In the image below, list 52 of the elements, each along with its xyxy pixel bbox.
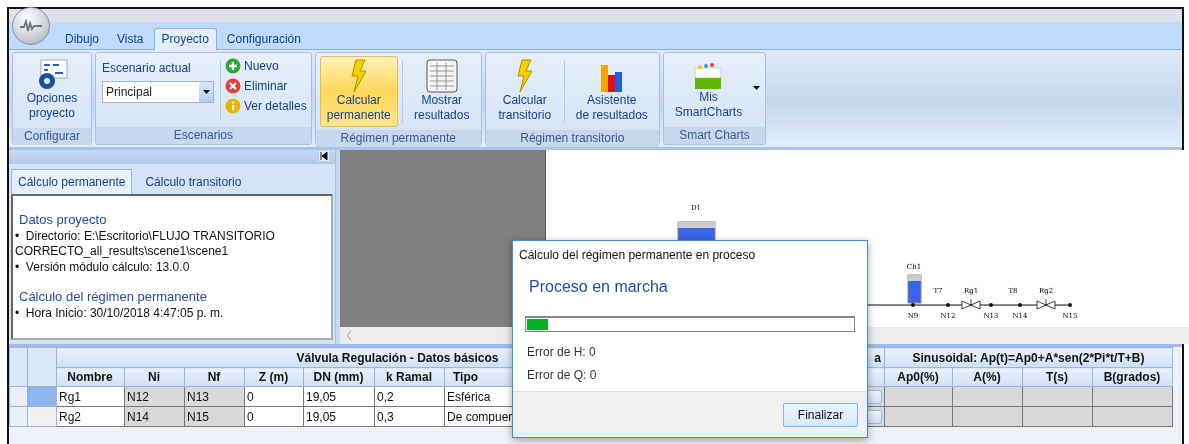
- caret-icon[interactable]: [753, 86, 762, 90]
- plus-icon: [225, 58, 241, 74]
- table-icon: [425, 59, 458, 93]
- ribbon-tab[interactable]: Proyecto: [153, 28, 217, 50]
- dialog-heading: Proceso en marcha: [528, 277, 669, 296]
- ribbon-button[interactable]: Mis SmartCharts: [667, 56, 750, 124]
- node-dot: [946, 303, 950, 307]
- dropdown-arrow-icon[interactable]: [202, 90, 210, 94]
- status-text: Error de H: 0: [527, 345, 596, 359]
- group-label: Régimen transitorio: [485, 130, 659, 147]
- scenario-dropdown[interactable]: Principal: [102, 81, 214, 103]
- panel-tab[interactable]: Cálculo permanente: [11, 169, 133, 194]
- ribbon-button[interactable]: Mostrar resultados: [406, 56, 477, 127]
- bullet-text: • Hora Inicio: 30/10/2018 4:47:05 p. m.: [15, 306, 225, 321]
- ribbon-button[interactable]: Calcular transitorio: [489, 56, 560, 127]
- ribbon-button[interactable]: Ver detalles: [225, 98, 307, 114]
- node-dot: [911, 303, 915, 307]
- valve-icon: [1036, 298, 1056, 310]
- field-label: Escenario actual: [102, 61, 192, 75]
- valve-icon: [961, 298, 981, 310]
- dialog-title: Cálculo del régimen permanente en proceso: [518, 247, 757, 262]
- group-header: Sinusoidal: Ap(t)=Ap0+A*sen(2*Pi*t/T+B): [884, 347, 1173, 368]
- panel-tab[interactable]: Cálculo transitorio: [138, 169, 249, 194]
- ribbon-tab[interactable]: Configuración: [218, 28, 309, 50]
- delete-icon: [225, 78, 241, 94]
- collapse-icon[interactable]: [319, 151, 329, 161]
- bullet-text: • Directorio: E:\Escritorio\FLUJO TRANSITORIO CORRECTO_all_results\scene1\scene1: [15, 229, 276, 259]
- group-label: Escenarios: [96, 127, 311, 144]
- node-dot: [1018, 303, 1022, 307]
- ribbon-button[interactable]: Asistente de resultados: [568, 56, 655, 127]
- bullet-text: • Versión módulo cálculo: 13.0.0: [15, 260, 191, 275]
- ribbon-tab[interactable]: Dibujo: [57, 28, 108, 50]
- scroll-left-icon[interactable]: [346, 331, 352, 340]
- tank-icon: [907, 274, 922, 304]
- group-label: Smart Charts: [663, 127, 766, 144]
- wave-logo-icon: [19, 19, 43, 33]
- bar-chart-icon: [598, 63, 625, 93]
- node-dot: [989, 303, 993, 307]
- info-icon: [225, 98, 241, 114]
- ribbon-tab[interactable]: Vista: [109, 28, 152, 50]
- finish-button[interactable]: Finalizar: [783, 402, 858, 427]
- group-label: Configurar: [13, 128, 91, 145]
- section-heading: Cálculo del régimen permanente: [19, 289, 208, 304]
- ribbon-button[interactable]: Eliminar: [225, 78, 307, 94]
- status-text: Error de Q: 0: [527, 368, 597, 382]
- group-label: Régimen permanente: [315, 130, 481, 147]
- node-dot: [1068, 303, 1072, 307]
- ribbon-button[interactable]: Calcular permanente: [319, 56, 398, 127]
- ribbon-button[interactable]: Opciones proyecto: [17, 56, 87, 125]
- section-heading: Datos proyecto: [19, 212, 108, 227]
- ribbon-button[interactable]: Nuevo: [225, 58, 307, 74]
- card-box-icon: [692, 60, 725, 90]
